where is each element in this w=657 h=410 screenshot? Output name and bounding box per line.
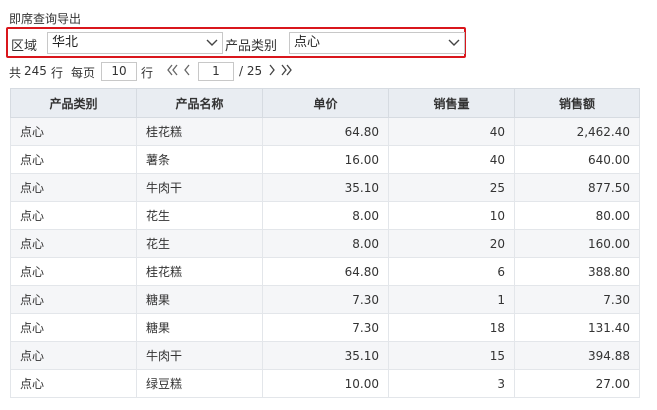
- table-row: 点心 薯条 16.00 40 640.00: [10, 145, 640, 174]
- per-page-input[interactable]: 10: [101, 62, 137, 81]
- first-page-icon[interactable]: [166, 63, 178, 77]
- table-row: 点心 绿豆糕 10.00 3 27.00: [10, 369, 640, 398]
- cell-quantity: 40: [388, 145, 515, 174]
- category-select-value: 点心: [294, 35, 321, 50]
- cell-category: 点心: [10, 145, 137, 174]
- col-header-product[interactable]: 产品名称: [136, 88, 263, 118]
- table-row: 点心 牛肉干 35.10 25 877.50: [10, 173, 640, 202]
- cell-sales-amount: 877.50: [514, 173, 640, 202]
- current-page-input[interactable]: 1: [198, 62, 234, 81]
- category-label: 产品类别: [225, 39, 278, 54]
- cell-unit-price: 7.30: [262, 313, 389, 342]
- cell-unit-price: 64.80: [262, 117, 389, 146]
- cell-product: 花生: [136, 229, 263, 258]
- cell-category: 点心: [10, 201, 137, 230]
- col-header-sales-amount[interactable]: 销售额: [514, 88, 640, 118]
- cell-unit-price: 8.00: [262, 229, 389, 258]
- col-header-quantity[interactable]: 销售量: [388, 88, 515, 118]
- table-row: 点心 花生 8.00 20 160.00: [10, 229, 640, 258]
- cell-sales-amount: 131.40: [514, 313, 640, 342]
- total-suffix: 行: [51, 66, 64, 80]
- cell-product: 牛肉干: [136, 341, 263, 370]
- cell-quantity: 15: [388, 341, 515, 370]
- cell-sales-amount: 160.00: [514, 229, 640, 258]
- table-header-row: 产品类别 产品名称 单价 销售量 销售额: [10, 88, 640, 118]
- cell-unit-price: 35.10: [262, 173, 389, 202]
- cell-quantity: 20: [388, 229, 515, 258]
- page-title: 即席查询导出: [9, 12, 82, 26]
- cell-product: 绿豆糕: [136, 369, 263, 398]
- filter-bar: 区域 华北 产品类别 点心: [6, 27, 466, 58]
- chevron-down-icon: [206, 39, 218, 46]
- cell-unit-price: 35.10: [262, 341, 389, 370]
- cell-product: 桂花糕: [136, 257, 263, 286]
- cell-quantity: 1: [388, 285, 515, 314]
- table-row: 点心 糖果 7.30 1 7.30: [10, 285, 640, 314]
- cell-quantity: 6: [388, 257, 515, 286]
- cell-unit-price: 10.00: [262, 369, 389, 398]
- table-row: 点心 桂花糕 64.80 40 2,462.40: [10, 117, 640, 146]
- cell-sales-amount: 7.30: [514, 285, 640, 314]
- cell-unit-price: 64.80: [262, 257, 389, 286]
- total-count: 245: [24, 64, 47, 78]
- table-row: 点心 桂花糕 64.80 6 388.80: [10, 257, 640, 286]
- cell-product: 桂花糕: [136, 117, 263, 146]
- cell-category: 点心: [10, 285, 137, 314]
- last-page-icon[interactable]: [281, 63, 293, 77]
- cell-sales-amount: 640.00: [514, 145, 640, 174]
- cell-sales-amount: 394.88: [514, 341, 640, 370]
- total-prefix: 共: [9, 66, 22, 80]
- cell-category: 点心: [10, 369, 137, 398]
- cell-unit-price: 7.30: [262, 285, 389, 314]
- cell-sales-amount: 2,462.40: [514, 117, 640, 146]
- cell-quantity: 3: [388, 369, 515, 398]
- cell-quantity: 10: [388, 201, 515, 230]
- cell-product: 糖果: [136, 313, 263, 342]
- table-row: 点心 牛肉干 35.10 15 394.88: [10, 341, 640, 370]
- per-page-label: 每页: [71, 66, 96, 80]
- table-row: 点心 花生 8.00 10 80.00: [10, 201, 640, 230]
- cell-product: 糖果: [136, 285, 263, 314]
- chevron-down-icon: [448, 39, 460, 46]
- cell-sales-amount: 80.00: [514, 201, 640, 230]
- region-label: 区域: [11, 39, 38, 54]
- cell-category: 点心: [10, 313, 137, 342]
- cell-category: 点心: [10, 341, 137, 370]
- cell-product: 薯条: [136, 145, 263, 174]
- page-total: / 25: [239, 64, 263, 78]
- cell-quantity: 40: [388, 117, 515, 146]
- cell-quantity: 25: [388, 173, 515, 202]
- col-header-unit-price[interactable]: 单价: [262, 88, 389, 118]
- data-table: 产品类别 产品名称 单价 销售量 销售额 点心 桂花糕 64.80 40 2,462.4…: [10, 88, 640, 398]
- per-page-unit: 行: [141, 66, 154, 80]
- region-select[interactable]: 华北: [47, 32, 223, 54]
- table-row: 点心 糖果 7.30 18 131.40: [10, 313, 640, 342]
- cell-quantity: 18: [388, 313, 515, 342]
- cell-category: 点心: [10, 257, 137, 286]
- cell-unit-price: 8.00: [262, 201, 389, 230]
- cell-category: 点心: [10, 173, 137, 202]
- cell-unit-price: 16.00: [262, 145, 389, 174]
- cell-sales-amount: 388.80: [514, 257, 640, 286]
- cell-category: 点心: [10, 117, 137, 146]
- cell-product: 牛肉干: [136, 173, 263, 202]
- prev-page-icon[interactable]: [181, 63, 193, 77]
- col-header-category[interactable]: 产品类别: [10, 88, 137, 118]
- region-select-value: 华北: [52, 35, 79, 50]
- category-select[interactable]: 点心: [289, 32, 465, 54]
- cell-product: 花生: [136, 201, 263, 230]
- cell-category: 点心: [10, 229, 137, 258]
- cell-sales-amount: 27.00: [514, 369, 640, 398]
- next-page-icon[interactable]: [266, 63, 278, 77]
